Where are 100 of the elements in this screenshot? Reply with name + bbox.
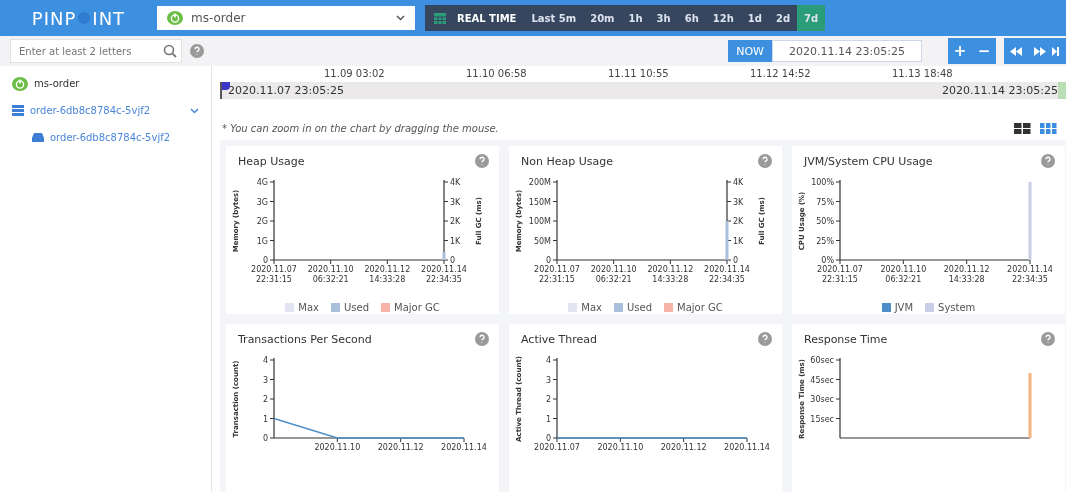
power-icon bbox=[167, 11, 183, 25]
help-icon[interactable] bbox=[758, 154, 772, 168]
axis-tick-label: 2020.11.10 06:32:21 bbox=[880, 265, 927, 284]
axis-tick-label: 2020.11.12 bbox=[660, 443, 707, 452]
axis-tick-label: 150M bbox=[528, 197, 551, 207]
axis-tick-label: 2K bbox=[450, 217, 461, 226]
hint-text: * You can zoom in on the chart by dragging the mouse. bbox=[222, 123, 499, 134]
axis-tick-label: 0 bbox=[733, 256, 739, 265]
time-range-button[interactable]: 1d bbox=[740, 5, 769, 31]
axis-tick-label: 1K bbox=[733, 236, 744, 246]
server-icon bbox=[32, 133, 44, 142]
axis-tick-label: 100% bbox=[811, 178, 834, 187]
search-icon[interactable] bbox=[163, 44, 177, 58]
chevron-down-icon[interactable] bbox=[396, 15, 405, 21]
chevron-down-icon[interactable] bbox=[190, 107, 199, 114]
help-icon[interactable] bbox=[475, 154, 489, 168]
axis-tick-label: 15sec bbox=[810, 414, 834, 424]
axis-tick-label: 0% bbox=[821, 256, 834, 265]
axis-tick-label: 1 bbox=[545, 414, 551, 424]
axis-tick-label: 2020.11.07 22:31:15 bbox=[251, 265, 297, 284]
axis-tick-label: 2020.11.14 bbox=[441, 443, 487, 452]
axis-tick-label: 4K bbox=[733, 178, 744, 187]
axis-tick-label: 2020.11.10 06:32:21 bbox=[590, 265, 637, 284]
legend-item[interactable]: Major GC bbox=[381, 302, 440, 313]
axis-tick-label: 1 bbox=[262, 414, 268, 424]
axis-tick-label: 3 bbox=[545, 375, 551, 385]
timeline-label: 11.09 03:02 bbox=[324, 68, 386, 80]
axis-tick-label: 3G bbox=[256, 197, 268, 207]
help-icon[interactable] bbox=[758, 332, 772, 346]
calendar-icon[interactable] bbox=[433, 11, 447, 25]
legend-item[interactable]: Used bbox=[331, 302, 369, 313]
axis-tick-label: 50% bbox=[816, 217, 834, 226]
axis-tick-label: 2020.11.14 22:34:35 bbox=[704, 265, 750, 284]
legend-item[interactable]: Major GC bbox=[664, 302, 723, 313]
axis-tick-label: 1G bbox=[256, 236, 268, 246]
axis-tick-label: 2020.11.10 bbox=[597, 443, 644, 452]
legend-item[interactable]: System bbox=[925, 302, 976, 313]
timeline-label: 11.11 10:55 bbox=[608, 68, 670, 80]
axis-tick-label: 4 bbox=[262, 356, 268, 365]
skip-end-icon bbox=[1052, 46, 1060, 56]
timeline-bar[interactable]: 2020.11.07 23:05:25 2020.11.14 23:05:25 bbox=[220, 81, 1066, 99]
axis-tick-label: 2020.11.07 22:31:15 bbox=[534, 265, 580, 284]
time-range-button[interactable]: 1h bbox=[621, 5, 650, 31]
timeline-end: 2020.11.14 23:05:25 bbox=[942, 84, 1058, 97]
date-field[interactable]: 2020.11.14 23:05:25 bbox=[772, 40, 922, 62]
axis-tick-label: 4G bbox=[256, 178, 268, 187]
time-range-button[interactable]: 3h bbox=[649, 5, 678, 31]
search-field[interactable]: Enter at least 2 letters bbox=[10, 39, 182, 63]
axis-tick-label: 2020.11.07 22:31:15 bbox=[817, 265, 863, 284]
tree-item[interactable]: ms-order bbox=[0, 70, 211, 97]
time-range-button[interactable]: 6h bbox=[677, 5, 706, 31]
help-icon[interactable] bbox=[475, 332, 489, 346]
axis-tick-label: 0 bbox=[545, 434, 551, 443]
time-range-button[interactable]: 12h bbox=[705, 5, 741, 31]
axis-tick-label: 2 bbox=[545, 395, 551, 404]
axis-tick-label: 2020.11.10 bbox=[314, 443, 361, 452]
chart-title: JVM/System CPU Usage bbox=[804, 154, 933, 168]
axis-tick-label: 0 bbox=[262, 256, 268, 265]
real-time-button[interactable]: REAL TIME bbox=[453, 12, 525, 24]
axis-tick-label: 2020.11.14 bbox=[724, 443, 770, 452]
tree-item[interactable]: order-6db8c8784c-5vjf2 bbox=[0, 124, 211, 151]
axis-tick-label: 2020.11.10 06:32:21 bbox=[307, 265, 354, 284]
axis-tick-label: 50M bbox=[533, 236, 551, 246]
selection-marker[interactable] bbox=[1058, 81, 1066, 99]
axis-tick-label: 30sec bbox=[810, 395, 834, 404]
time-range-button[interactable]: Last 5m bbox=[524, 5, 584, 31]
axis-tick-label: 0 bbox=[450, 256, 456, 265]
legend-item[interactable]: JVM bbox=[881, 302, 914, 313]
chart-title: Non Heap Usage bbox=[521, 154, 613, 168]
time-range-button[interactable]: 20m bbox=[583, 5, 622, 31]
fast-forward-icon bbox=[1034, 46, 1046, 56]
help-icon[interactable] bbox=[1041, 332, 1055, 346]
timeline-start: 2020.11.07 23:05:25 bbox=[228, 84, 344, 97]
help-icon[interactable] bbox=[1041, 154, 1055, 168]
axis-tick-label: 2 bbox=[262, 395, 268, 404]
axis-tick-label: 3K bbox=[733, 197, 744, 207]
legend-item[interactable]: Used bbox=[614, 302, 652, 313]
axis-tick-label: 100M bbox=[528, 217, 551, 226]
axis-tick-label: 200M bbox=[528, 178, 551, 187]
help-icon[interactable] bbox=[190, 44, 204, 58]
timeline-handle[interactable] bbox=[222, 81, 230, 90]
layout-grid-icon[interactable] bbox=[1014, 123, 1032, 134]
application-dropdown[interactable]: ms-order bbox=[157, 6, 415, 30]
axis-tick-label: 2020.11.12 14:33:28 bbox=[647, 265, 694, 284]
axis-tick-label: 60sec bbox=[810, 356, 834, 365]
axis-tick-label: 75% bbox=[816, 197, 834, 207]
chart-title: Active Thread bbox=[521, 332, 597, 346]
legend-item[interactable]: Max bbox=[568, 302, 602, 313]
timeline-label: 11.13 18:48 bbox=[892, 68, 954, 80]
power-icon bbox=[12, 76, 28, 91]
axis-tick-label: 0 bbox=[262, 434, 268, 443]
axis-tick-label: 2G bbox=[256, 217, 268, 226]
timeline-label: 11.12 14:52 bbox=[750, 68, 812, 80]
legend-item[interactable]: Max bbox=[285, 302, 319, 313]
axis-tick-label: 2020.11.12 bbox=[377, 443, 424, 452]
tree-item[interactable]: order-6db8c8784c-5vjf2 bbox=[0, 97, 211, 124]
chart-title: Transactions Per Second bbox=[238, 332, 372, 346]
axis-tick-label: 3 bbox=[262, 375, 268, 385]
time-range-button[interactable]: 2d bbox=[768, 5, 798, 31]
timeline-label: 11.10 06:58 bbox=[466, 68, 528, 80]
